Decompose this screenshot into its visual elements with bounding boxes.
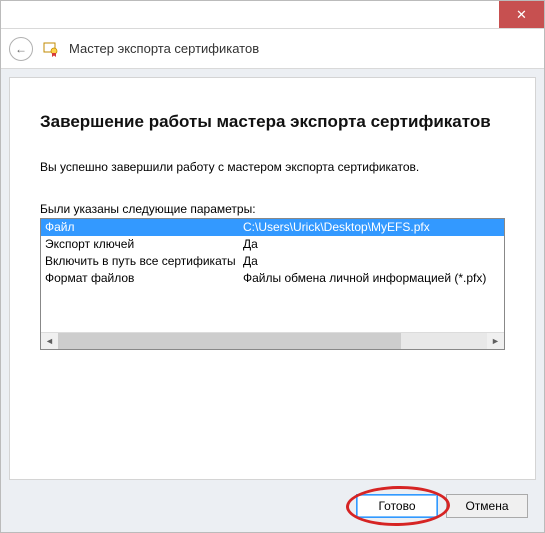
wizard-title: Мастер экспорта сертификатов — [69, 41, 259, 56]
titlebar: ✕ — [1, 1, 544, 29]
param-value: Да — [243, 236, 504, 253]
chevron-right-icon: ► — [491, 336, 500, 346]
wizard-header: ← Мастер экспорта сертификатов — [1, 29, 544, 69]
button-row: Готово Отмена — [9, 480, 536, 524]
param-key: Формат файлов — [41, 270, 243, 287]
param-key: Включить в путь все сертификаты — [41, 253, 243, 270]
finish-button[interactable]: Готово — [356, 494, 438, 518]
params-label: Были указаны следующие параметры: — [40, 202, 505, 216]
param-key: Экспорт ключей — [41, 236, 243, 253]
chevron-left-icon: ◄ — [45, 336, 54, 346]
horizontal-scrollbar[interactable]: ◄ ► — [41, 332, 504, 349]
back-arrow-icon: ← — [15, 42, 27, 56]
params-rows: Файл C:\Users\Urick\Desktop\MyEFS.pfx Эк… — [41, 219, 504, 332]
list-item[interactable]: Формат файлов Файлы обмена личной информ… — [41, 270, 504, 287]
scroll-track[interactable] — [58, 333, 487, 349]
back-button[interactable]: ← — [9, 37, 33, 61]
scroll-right-button[interactable]: ► — [487, 333, 504, 349]
close-button[interactable]: ✕ — [499, 1, 544, 28]
scroll-left-button[interactable]: ◄ — [41, 333, 58, 349]
certificate-icon — [43, 41, 59, 57]
wizard-body: Завершение работы мастера экспорта серти… — [1, 69, 544, 532]
cancel-button[interactable]: Отмена — [446, 494, 528, 518]
list-item[interactable]: Файл C:\Users\Urick\Desktop\MyEFS.pfx — [41, 219, 504, 236]
content-panel: Завершение работы мастера экспорта серти… — [9, 77, 536, 480]
close-icon: ✕ — [516, 7, 527, 23]
page-heading: Завершение работы мастера экспорта серти… — [40, 112, 505, 132]
param-value: Файлы обмена личной информацией (*.pfx) — [243, 270, 504, 287]
completion-message: Вы успешно завершили работу с мастером э… — [40, 160, 505, 174]
params-listbox[interactable]: Файл C:\Users\Urick\Desktop\MyEFS.pfx Эк… — [40, 218, 505, 350]
param-value: C:\Users\Urick\Desktop\MyEFS.pfx — [243, 219, 504, 236]
param-value: Да — [243, 253, 504, 270]
list-item[interactable]: Включить в путь все сертификаты Да — [41, 253, 504, 270]
list-item[interactable]: Экспорт ключей Да — [41, 236, 504, 253]
scroll-thumb[interactable] — [58, 333, 401, 349]
param-key: Файл — [41, 219, 243, 236]
